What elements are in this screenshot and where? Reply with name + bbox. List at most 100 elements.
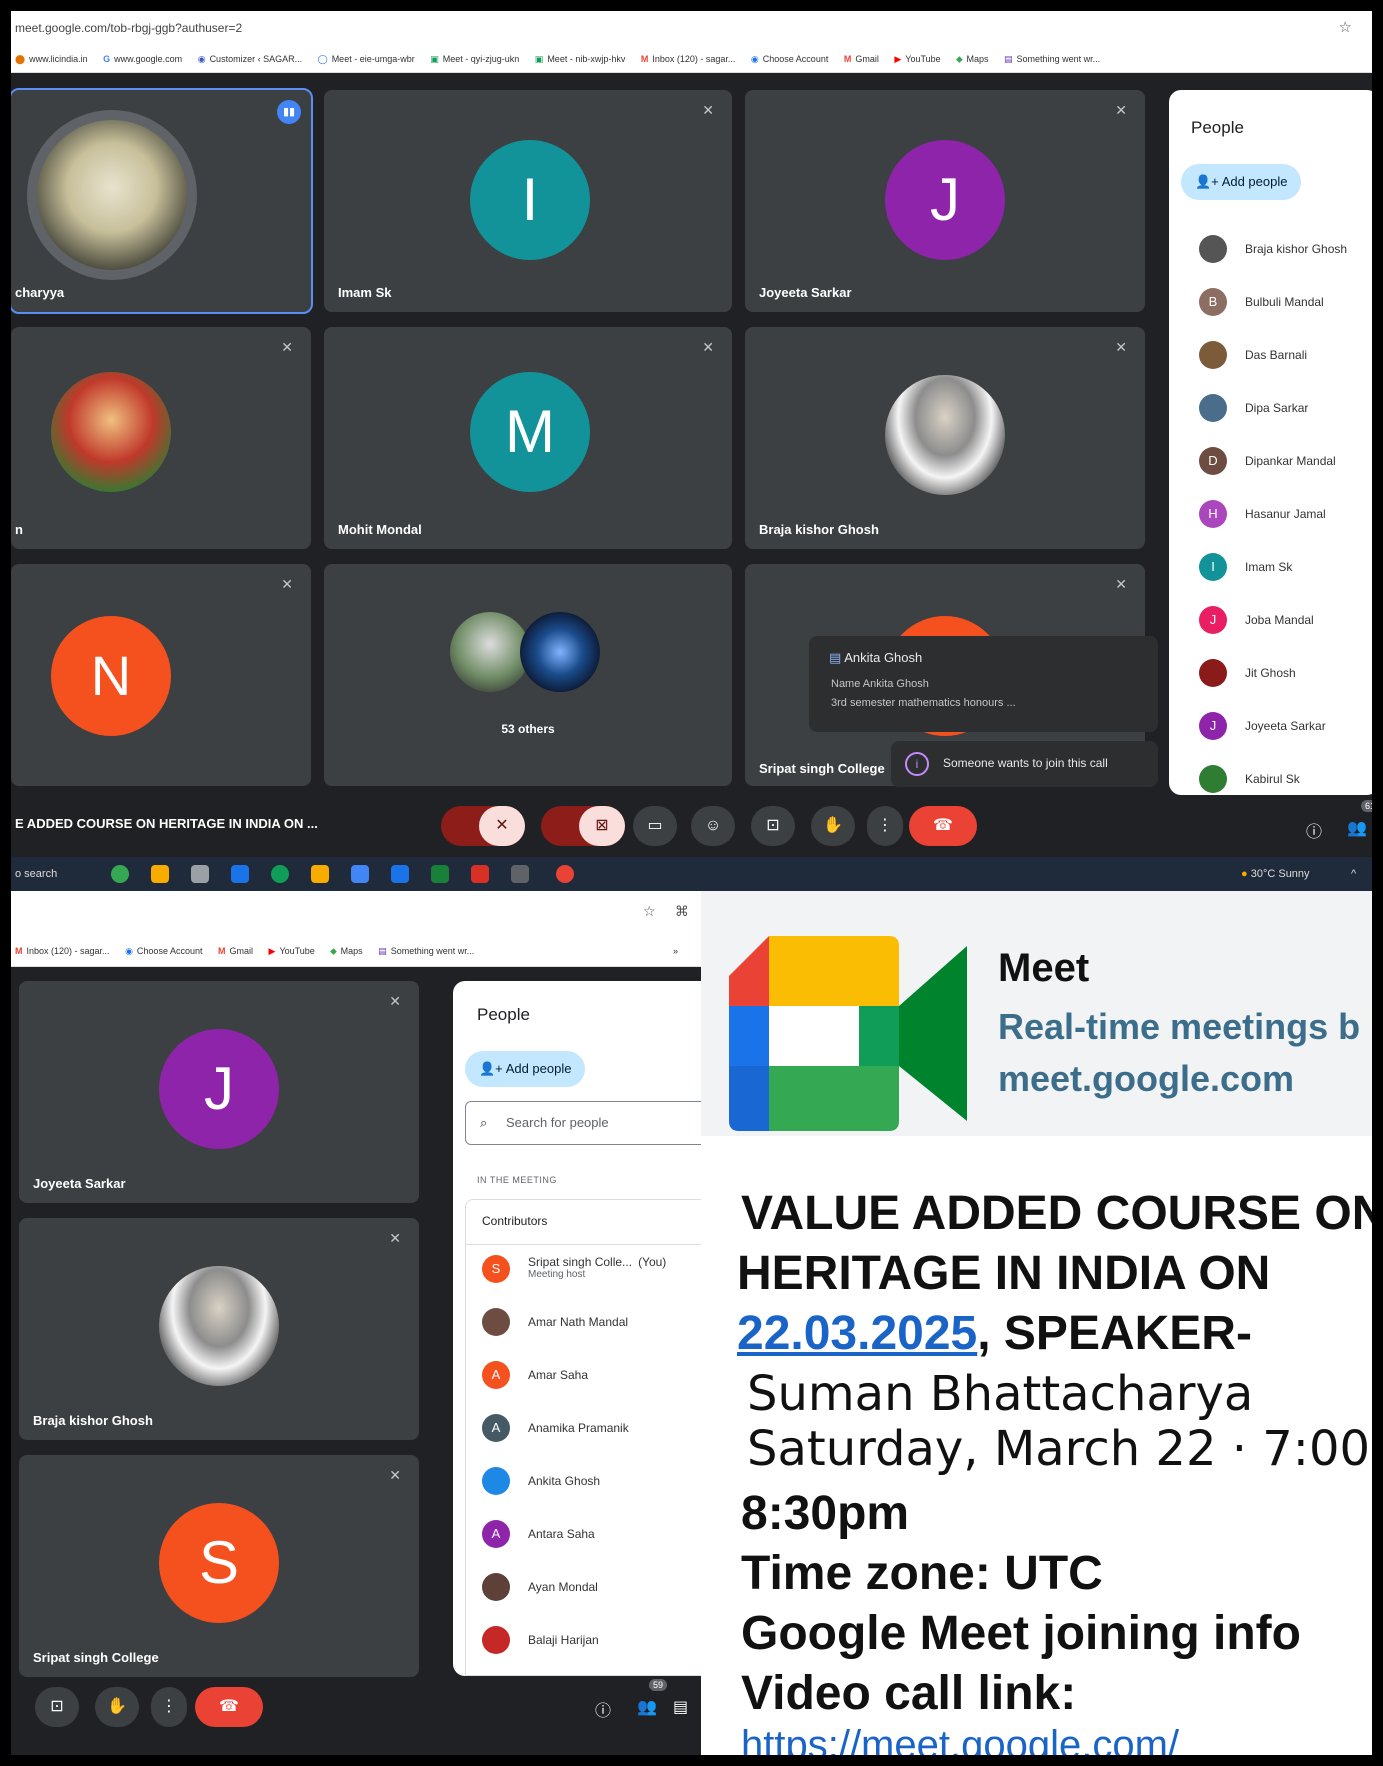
participant-row[interactable]: I Imam Sk [1199,553,1372,583]
address-bar[interactable]: ☆ ⌘ [11,891,701,935]
people-icon[interactable]: 👥 [637,1697,657,1717]
chevron-up-icon[interactable]: ^ [1351,857,1356,891]
more-options-button[interactable]: ⋮ [151,1687,187,1727]
info-icon[interactable]: ⓘ [1306,818,1322,842]
emoji-button[interactable]: ☺ [691,806,735,846]
captions-button[interactable]: ▭ [633,806,677,846]
app-icon[interactable] [151,865,169,883]
bookmark-star-icon[interactable]: ☆ [1339,11,1352,45]
bookmark-item[interactable]: ◉ Choose Account [751,45,828,72]
video-tile[interactable]: ✕ Braja kishor Ghosh [19,1218,419,1440]
bookmark-item[interactable]: ⬥ Maps [330,935,362,966]
people-panel-title: People [477,1005,530,1024]
folder-icon[interactable] [311,865,329,883]
video-tile[interactable]: ✕ n [11,327,311,549]
mail-icon[interactable] [391,865,409,883]
powerpoint-icon[interactable] [471,865,489,883]
participant-row[interactable]: S Sripat singh Colle... (You) Meeting host [482,1255,701,1285]
bookmark-item[interactable]: ▣ Meet - nib-xwjp-hkv [534,45,626,72]
bookmark-item[interactable]: ⬥ Maps [956,45,988,72]
bookmark-item[interactable]: ▶ YouTube [894,45,940,72]
bookmark-item[interactable]: Gwww.google.com [103,45,182,72]
video-tile[interactable]: ▮▮ charyya [11,88,313,314]
weather-widget-icon[interactable] [111,865,129,883]
bookmark-item[interactable]: ⬤ www.licindia.in [15,45,88,72]
participant-row[interactable]: Amar Nath Mandal [482,1308,701,1338]
app-icon[interactable] [231,865,249,883]
video-tile[interactable]: ✕ M Mohit Mondal [324,327,732,549]
raise-hand-button[interactable]: ✋ [811,806,855,846]
participant-row[interactable]: H Hasanur Jamal [1199,500,1372,530]
join-request-notification[interactable]: i Someone wants to join this call [891,741,1158,787]
present-button[interactable]: ⊡ [35,1687,79,1727]
participant-row[interactable]: Jit Ghosh [1199,659,1372,689]
mic-off-icon[interactable]: ✕ [479,806,525,846]
video-call-link[interactable]: https://meet.google.com/ [741,1723,1179,1755]
video-tile-others[interactable]: 53 others [324,564,732,786]
bookmark-star-icon[interactable]: ☆ [643,903,656,920]
chat-icon[interactable]: ▤ [673,1697,688,1717]
bookmark-item[interactable]: ▤ Something went wr... [378,935,474,966]
excel-icon[interactable] [431,865,449,883]
bookmark-item[interactable]: M Inbox (120) - sagar... [641,45,736,72]
mic-control[interactable]: ⌃✕ [441,806,525,846]
present-button[interactable]: ⊡ [751,806,795,846]
add-people-button[interactable]: 👤+ Add people [1181,164,1302,200]
video-tile[interactable]: ✕ N [11,564,311,786]
app-icon[interactable] [511,865,529,883]
taskbar-search[interactable]: o search [15,857,57,891]
video-tile[interactable]: ✕ J Joyeeta Sarkar [19,981,419,1203]
add-people-button[interactable]: 👤+ Add people [465,1051,586,1087]
bookmark-item[interactable]: ▤ Something went wr... [1004,45,1100,72]
video-tile[interactable]: ✕ J Joyeeta Sarkar [745,90,1145,312]
participant-row[interactable]: Dipa Sarkar [1199,394,1372,424]
participant-row[interactable]: B Bulbuli Mandal [1199,288,1372,318]
participant-row[interactable]: A Amar Saha [482,1361,701,1391]
participant-row[interactable]: Ankita Ghosh [482,1467,701,1497]
participant-row[interactable]: J Joba Mandal [1199,606,1372,636]
bookmark-item[interactable]: ◉ Customizer ‹ SAGAR... [198,45,302,72]
search-people-input[interactable]: ⌕ Search for people [465,1101,701,1145]
participant-row[interactable]: Kabirul Sk [1199,765,1372,795]
group-label[interactable]: Contributors [482,1214,547,1228]
participant-row[interactable]: Das Barnali [1199,341,1372,371]
task-view-icon[interactable] [191,865,209,883]
leave-call-button[interactable]: ☎ [909,806,977,846]
bookmark-item[interactable]: M Gmail [218,935,253,966]
link-preview-card[interactable]: Meet Real-time meetings b meet.google.co… [701,891,1372,1136]
participant-row[interactable]: D Dipankar Mandal [1199,447,1372,477]
participant-row[interactable]: A Anamika Pramanik [482,1414,701,1444]
store-icon[interactable] [351,865,369,883]
extensions-icon[interactable]: ⌘ [675,903,689,920]
address-bar[interactable]: meet.google.com/tob-rbgj-ggb?authuser=2 … [11,11,1372,45]
meet-icon: ▣ [534,54,544,64]
more-options-button[interactable]: ⋮ [867,806,903,846]
raise-hand-button[interactable]: ✋ [95,1687,139,1727]
add-person-icon: 👤+ [479,1061,503,1076]
participant-row[interactable]: J Joyeeta Sarkar [1199,712,1372,742]
chrome-icon[interactable] [556,865,574,883]
info-icon[interactable]: ⓘ [595,1697,611,1721]
bookmark-item[interactable]: M Gmail [844,45,879,72]
video-tile[interactable]: ✕ I Imam Sk [324,90,732,312]
bookmark-item[interactable]: ▣ Meet - qyi-zjug-ukn [430,45,519,72]
participant-name: Amar Saha [528,1368,589,1382]
participant-row[interactable]: A Antara Saha [482,1520,701,1550]
participant-row[interactable]: Ayan Mondal [482,1573,701,1603]
bookmark-item[interactable]: ▶ YouTube [269,935,315,966]
more-bookmarks-icon[interactable]: » [673,935,678,966]
date-link[interactable]: 22.03.2025 [737,1307,977,1360]
bookmark-item[interactable]: ◯ Meet - eie-umga-wbr [318,45,415,72]
leave-call-button[interactable]: ☎ [195,1687,263,1727]
video-tile[interactable]: ✕ S Sripat singh College [19,1455,419,1677]
bookmark-item[interactable]: ◉ Choose Account [125,935,202,966]
participant-row[interactable]: Braja kishor Ghosh [1199,235,1372,265]
camera-off-icon[interactable]: ⊠ [579,806,625,846]
camera-control[interactable]: ⌃⊠ [541,806,625,846]
people-icon[interactable]: 👥 [1347,818,1367,838]
participant-row[interactable]: Balaji Harijan [482,1626,701,1656]
video-tile[interactable]: ✕ Braja kishor Ghosh [745,327,1145,549]
edge-icon[interactable] [271,865,289,883]
chat-notification[interactable]: ▤ Ankita Ghosh Name Ankita Ghosh 3rd sem… [809,636,1158,732]
bookmark-item[interactable]: M Inbox (120) - sagar... [15,935,110,966]
